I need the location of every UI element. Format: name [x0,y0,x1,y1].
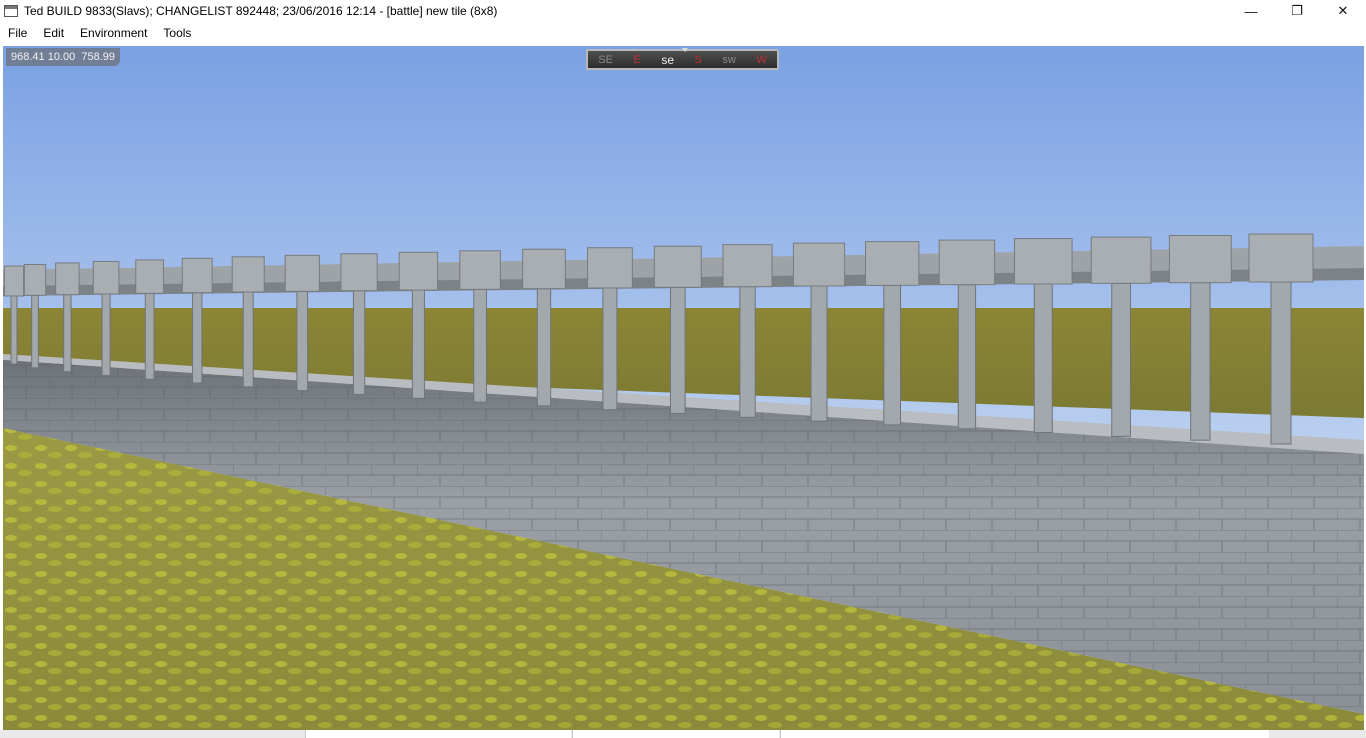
arcade-capital [792,242,846,287]
arcade-capital [398,251,439,291]
arcade-capital [231,256,265,293]
arcade-capital [459,250,501,290]
status-strip [0,730,1366,738]
status-panel [780,730,1269,738]
arcade-column [883,284,902,426]
arcade-column [1190,282,1211,441]
arcade-column [1033,283,1053,434]
arcade-column [63,294,72,373]
arcade-column [739,286,756,418]
compass-label: S [694,53,702,66]
menu-tools[interactable]: Tools [155,22,199,44]
arcade-capital [92,260,120,295]
arcade-column [1270,281,1292,445]
arcade-capital [23,263,47,296]
status-panel [305,730,571,738]
arcade-column [602,287,618,411]
arcade-capital [55,262,80,296]
arcade-capital [865,241,920,286]
arcade-column [192,292,203,384]
arcade-column [1111,282,1131,437]
arcade-column [144,292,155,380]
title-bar: Ted BUILD 9833(Slavs); CHANGELIST 892448… [0,0,1366,23]
arcade-capital [135,259,165,294]
arcade-column [242,291,254,388]
arcade-capital [722,244,773,288]
menu-bar: File Edit Environment Tools [0,22,1366,44]
arcade-capital [653,245,702,288]
arcade-column [10,295,18,365]
arcade-capital [3,265,25,297]
maximize-button[interactable]: ❐ [1274,0,1320,22]
compass-bar: SE E se S sw W [586,48,779,70]
arcade-column [473,288,487,403]
arcade-capital [1248,233,1314,283]
arcade-capital [1013,238,1073,285]
compass-marker [682,48,688,52]
minimize-button[interactable]: — [1228,0,1274,22]
3d-viewport[interactable]: 968.41 10.00 758.99 SE E se S sw W [3,46,1364,730]
arcade-column [352,290,366,395]
compass-label: E [633,53,641,66]
arcade-column [669,286,686,415]
arcade-column [296,290,309,392]
arcade-capital [284,254,320,292]
arcade-capital [938,239,996,286]
arcade-column [31,294,39,369]
menu-environment[interactable]: Environment [72,22,155,44]
compass-label: SE [598,53,613,66]
menu-edit[interactable]: Edit [35,22,72,44]
window-title: Ted BUILD 9833(Slavs); CHANGELIST 892448… [24,4,498,18]
close-button[interactable]: ✕ [1320,0,1366,22]
compass-label: W [756,53,767,66]
compass-label-current: se [661,52,674,67]
arcade-column [411,289,425,399]
status-panel [572,730,779,738]
arcade-column [536,288,552,407]
arcade-column [957,284,977,430]
arcade-capital [587,247,633,289]
app-icon [4,5,18,17]
arcade-capital [340,253,378,292]
arcade-capital [181,257,213,294]
menu-file[interactable]: File [0,22,35,44]
arcade-capital [1090,236,1152,284]
arcade-capital [1168,235,1232,284]
arcade-capital [522,248,566,290]
compass-label: sw [722,53,736,66]
scene-render[interactable] [3,46,1364,730]
arcade-column [810,285,828,422]
arcade-column [101,293,111,376]
camera-coordinates: 968.41 10.00 758.99 [6,48,120,66]
